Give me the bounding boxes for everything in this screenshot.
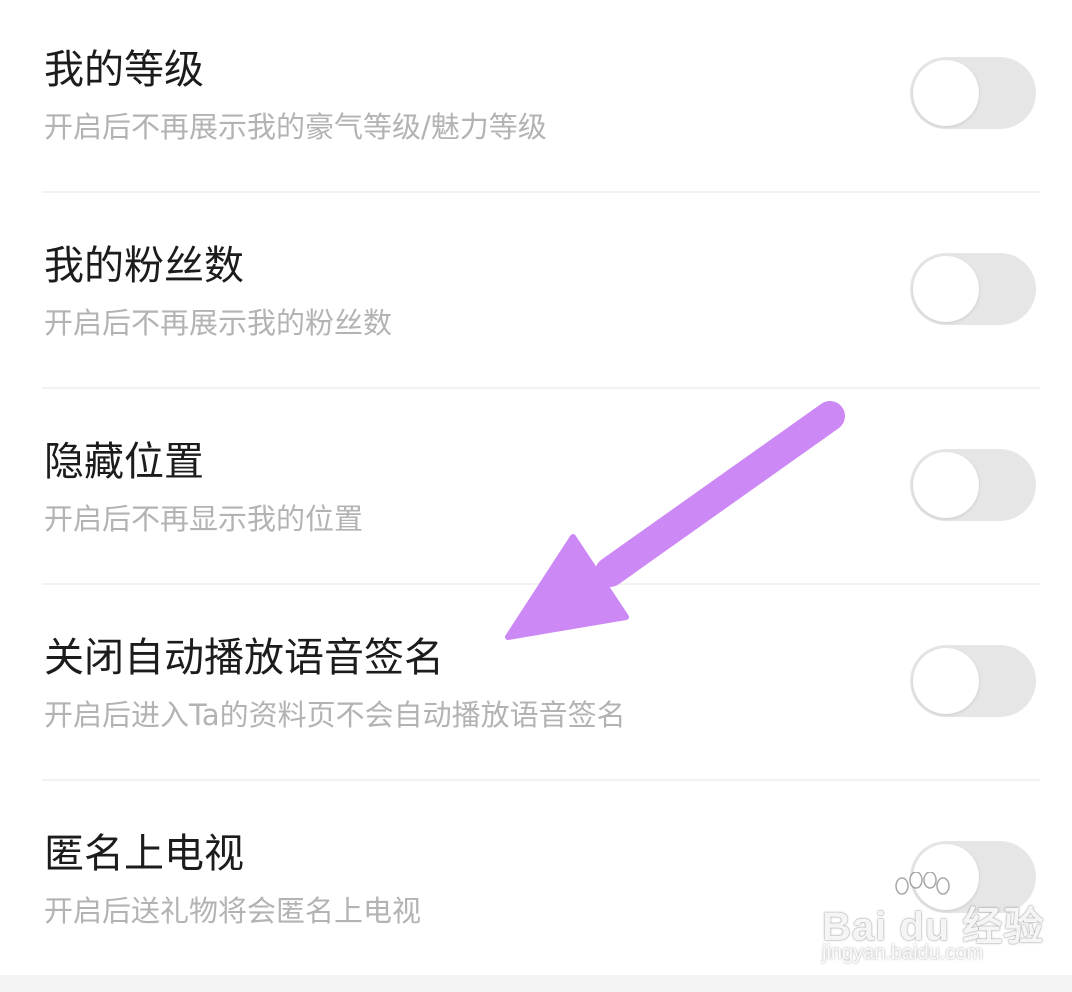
privacy-settings-list: 我的等级 开启后不再展示我的豪气等级/魅力等级 我的粉丝数 开启后不再展示我的粉…: [0, 0, 1072, 975]
setting-row-my-level: 我的等级 开启后不再展示我的豪气等级/魅力等级: [0, 0, 1072, 196]
toggle-knob: [913, 648, 979, 714]
row-divider: [42, 583, 1040, 585]
setting-title: 我的粉丝数: [44, 243, 244, 289]
setting-row-hide-location: 隐藏位置 开启后不再显示我的位置: [0, 392, 1072, 588]
toggle-knob: [913, 844, 979, 910]
toggle-anonymous-tv[interactable]: [910, 841, 1036, 913]
setting-title: 隐藏位置: [44, 439, 204, 485]
toggle-voice-signature[interactable]: [910, 645, 1036, 717]
setting-row-anonymous-tv: 匿名上电视 开启后送礼物将会匿名上电视: [0, 784, 1072, 980]
row-divider: [42, 779, 1040, 781]
setting-title: 匿名上电视: [44, 831, 244, 877]
toggle-knob: [913, 60, 979, 126]
toggle-my-level[interactable]: [910, 57, 1036, 129]
bottom-band: [0, 975, 1072, 992]
toggle-my-fans[interactable]: [910, 253, 1036, 325]
setting-title: 关闭自动播放语音签名: [44, 635, 444, 681]
toggle-knob: [913, 452, 979, 518]
setting-description: 开启后送礼物将会匿名上电视: [44, 894, 422, 928]
toggle-hide-location[interactable]: [910, 449, 1036, 521]
setting-description: 开启后进入Ta的资料页不会自动播放语音签名: [44, 698, 626, 732]
setting-row-my-fans: 我的粉丝数 开启后不再展示我的粉丝数: [0, 196, 1072, 392]
setting-title: 我的等级: [44, 47, 204, 93]
row-divider: [42, 387, 1040, 389]
setting-description: 开启后不再展示我的粉丝数: [44, 306, 393, 340]
row-divider: [42, 191, 1040, 193]
setting-row-voice-signature: 关闭自动播放语音签名 开启后进入Ta的资料页不会自动播放语音签名: [0, 588, 1072, 784]
toggle-knob: [913, 256, 979, 322]
setting-description: 开启后不再显示我的位置: [44, 502, 364, 536]
setting-description: 开启后不再展示我的豪气等级/魅力等级: [44, 110, 547, 144]
